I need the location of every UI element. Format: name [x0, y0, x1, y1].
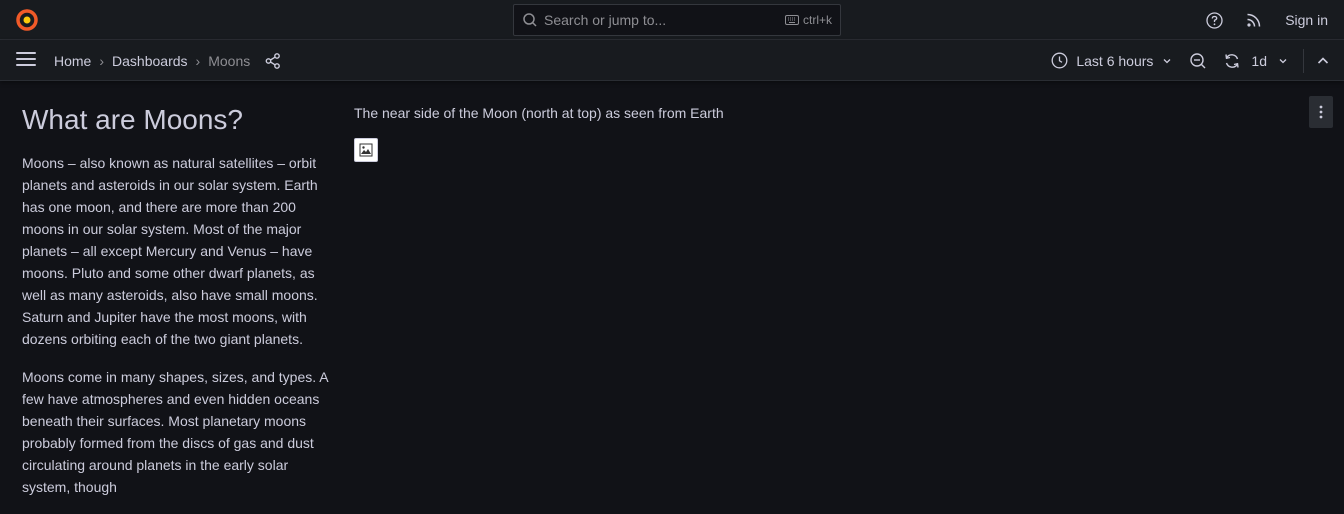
clock-icon: [1051, 52, 1068, 69]
dashboard-nav-bar: Home › Dashboards › Moons Last 6 hours 1…: [0, 40, 1344, 81]
time-range-label: Last 6 hours: [1076, 52, 1154, 69]
sign-in-link[interactable]: Sign in: [1285, 12, 1328, 28]
breadcrumb-separator: ›: [99, 52, 105, 69]
keyboard-shortcut: ctrl+k: [784, 13, 832, 27]
grafana-logo-icon[interactable]: [14, 7, 40, 33]
shortcut-label: ctrl+k: [802, 13, 832, 27]
breadcrumb-dashboards[interactable]: Dashboards: [112, 53, 188, 69]
share-icon[interactable]: [264, 52, 282, 70]
hamburger-menu-icon[interactable]: [16, 52, 36, 68]
help-icon[interactable]: [1205, 11, 1223, 29]
top-bar: Search or jump to... ctrl+k Sign in: [0, 0, 1344, 40]
keyboard-icon: [784, 15, 799, 25]
search-placeholder: Search or jump to...: [544, 12, 667, 28]
breadcrumb-separator: ›: [195, 52, 201, 69]
text-panel: What are Moons? Moons – also known as na…: [22, 100, 330, 514]
panel-paragraph: Moons – also known as natural satellites…: [22, 155, 318, 347]
chevron-up-icon[interactable]: [1314, 52, 1332, 70]
refresh-picker[interactable]: 1d: [1223, 52, 1289, 70]
time-range-picker[interactable]: Last 6 hours: [1043, 52, 1181, 69]
rss-icon[interactable]: [1245, 11, 1263, 29]
toolbar-divider: [1303, 48, 1304, 73]
image-caption: The near side of the Moon (north at top)…: [354, 105, 724, 121]
zoom-out-icon[interactable]: [1189, 52, 1207, 70]
more-vertical-icon: [1319, 105, 1323, 119]
refresh-icon[interactable]: [1223, 52, 1241, 70]
breadcrumb-home[interactable]: Home: [54, 53, 91, 69]
refresh-interval-label: 1d: [1251, 52, 1267, 69]
image-panel: The near side of the Moon (north at top)…: [354, 100, 1330, 162]
breadcrumb: Home › Dashboards › Moons: [54, 40, 282, 81]
breadcrumb-current: Moons: [208, 52, 251, 69]
panel-paragraph: Moons come in many shapes, sizes, and ty…: [22, 369, 328, 495]
chevron-down-icon: [1163, 58, 1171, 63]
panel-menu-button[interactable]: [1309, 96, 1333, 128]
chevron-down-icon: [1279, 58, 1287, 63]
broken-image-icon: [354, 138, 378, 162]
search-icon: [523, 13, 537, 27]
panel-heading: What are Moons?: [22, 104, 243, 135]
search-input[interactable]: Search or jump to... ctrl+k: [513, 4, 841, 36]
